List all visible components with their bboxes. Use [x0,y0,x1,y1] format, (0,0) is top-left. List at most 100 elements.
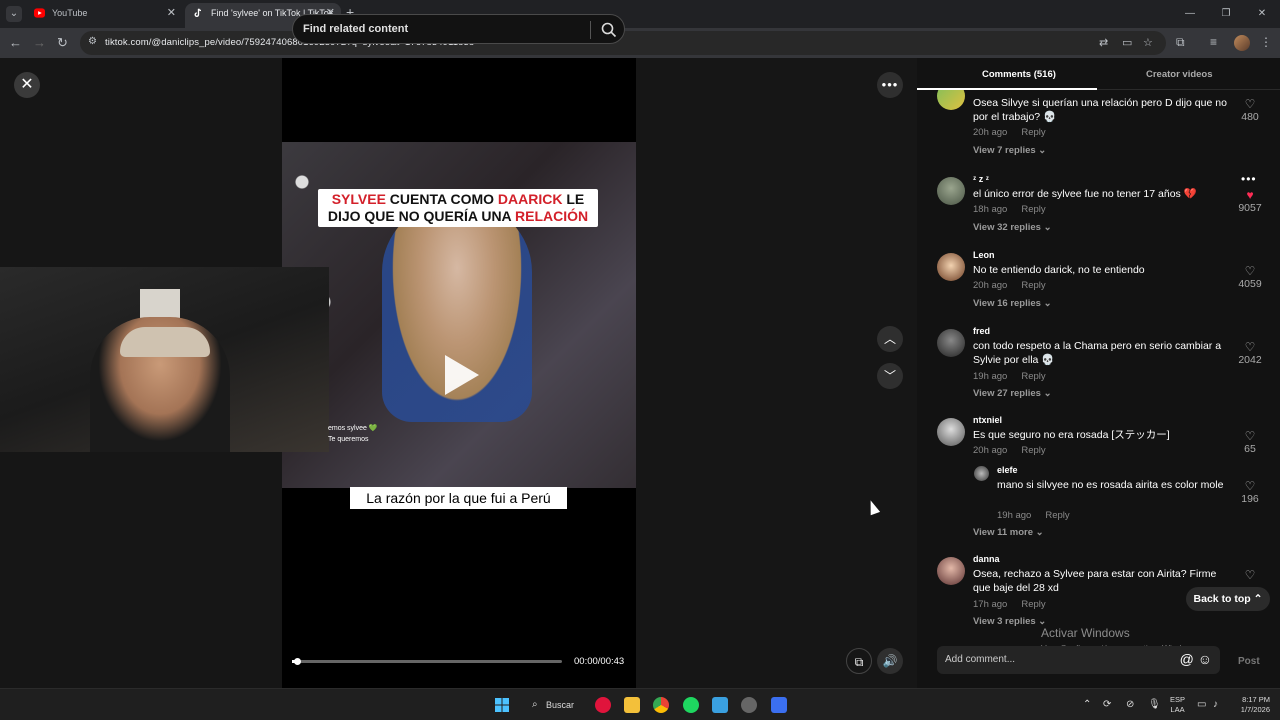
back-to-top-button[interactable]: Back to top ⌃ [1186,587,1270,611]
avatar[interactable] [937,90,965,110]
avatar[interactable] [974,466,989,481]
comment-list[interactable]: Osea Silvye si querían una relación pero… [917,90,1280,632]
volume-icon[interactable]: 🔊 [877,648,903,674]
comment-meta: 17h ago Reply [973,599,1046,610]
comment-text: No te entiendo darick, no te entiendo [973,264,1145,276]
restore-icon[interactable]: ❐ [1208,0,1244,28]
browser-menu-icon[interactable]: ⋮ [1260,35,1272,49]
tab-creator-videos[interactable]: Creator videos [1146,69,1213,80]
reload-icon[interactable]: ↻ [57,35,68,51]
avatar[interactable] [937,557,965,585]
related-search-bar[interactable]: Find related content [292,14,625,44]
comment-username[interactable]: danna [973,554,1000,564]
close-tab-icon[interactable]: ✕ [167,3,176,23]
view-replies-button[interactable]: View 16 replies ⌄ [973,298,1052,309]
search-icon[interactable] [600,21,618,39]
sync-icon[interactable]: ⟳ [1103,699,1111,710]
reply-button[interactable]: Reply [1045,510,1069,521]
tab-youtube[interactable]: YouTube ✕ [26,3,182,28]
reply-button[interactable]: Reply [1021,127,1045,138]
reply-button[interactable]: Reply [1021,445,1045,456]
view-replies-label: View 16 replies [973,298,1041,309]
view-replies-button[interactable]: View 7 replies ⌄ [973,145,1046,156]
spotify-icon[interactable] [683,697,699,713]
comment-time: 18h ago [973,204,1008,215]
cast-icon[interactable]: ▭ [1122,36,1132,49]
comment-username[interactable]: ᶻ z ᶻ [973,174,989,184]
more-options-icon[interactable]: ••• [877,72,903,98]
speaker-icon[interactable]: ♪ [1213,699,1218,710]
profile-avatar[interactable] [1234,35,1250,51]
notepad-icon[interactable] [712,697,728,713]
avatar[interactable] [937,253,965,281]
view-more-button[interactable]: View 11 more ⌄ [973,527,1044,538]
play-icon[interactable] [445,355,479,395]
language-indicator[interactable]: ESP LAA [1170,695,1185,715]
back-to-top-label: Back to top [1193,593,1251,605]
progress-bar[interactable] [292,658,562,665]
tray-chevron-icon[interactable]: ⌃ [1083,699,1091,710]
add-comment-input[interactable]: Add comment... [945,654,1015,665]
mention-icon[interactable]: @ [1180,651,1194,667]
more-options-icon[interactable]: ••• [1241,172,1257,186]
like-button[interactable]: ♡ 65 [1233,429,1267,455]
like-button[interactable]: ♡ 480 [1233,97,1267,123]
add-comment-field[interactable]: Add comment... @ ☺ [937,646,1220,674]
app-icon-opera[interactable] [595,697,611,713]
reply-button[interactable]: Reply [1021,599,1045,610]
like-button[interactable]: ♡ 4059 [1233,264,1267,290]
windows-start-icon[interactable] [494,697,510,713]
monitor-icon[interactable]: ▭ [1197,699,1206,710]
heart-icon: ♡ [1244,97,1256,111]
steam-icon[interactable] [741,697,757,713]
chrome-icon[interactable] [653,697,669,713]
app-icon-blue[interactable] [771,697,787,713]
heart-icon: ♡ [1244,568,1256,582]
system-clock[interactable]: 8:17 PM 1/7/2026 [1230,695,1270,715]
emoji-icon[interactable]: ☺ [1198,651,1212,667]
bookmark-star-icon[interactable]: ☆ [1143,36,1153,49]
close-window-icon[interactable]: ✕ [1244,0,1280,28]
like-button[interactable]: ♡ 196 [1233,479,1267,505]
comment-username[interactable]: ntxniel [973,415,1002,425]
reading-list-icon[interactable]: ≡ [1210,35,1217,49]
reply-button[interactable]: Reply [1021,204,1045,215]
avatar[interactable] [937,329,965,357]
reply-button[interactable]: Reply [1021,280,1045,291]
view-replies-button[interactable]: View 32 replies ⌄ [973,222,1052,233]
view-replies-button[interactable]: View 3 replies ⌄ [973,616,1046,627]
reply-button[interactable]: Reply [1021,371,1045,382]
back-icon[interactable]: ← [9,35,22,50]
comment-username[interactable]: fred [973,326,990,336]
avatar[interactable] [937,418,965,446]
network-off-icon[interactable]: ⊘ [1126,699,1134,710]
search-input[interactable]: Find related content [303,23,408,35]
pip-icon[interactable]: ⧉ [846,648,872,674]
avatar[interactable] [937,177,965,205]
site-info-icon[interactable]: ⚙ [88,36,97,47]
like-button[interactable]: ♡ 2042 [1233,340,1267,366]
like-button[interactable]: ♥ 9057 [1233,188,1267,214]
comment-username[interactable]: elefe [997,465,1018,475]
comment-username[interactable]: Leon [973,250,995,260]
chevron-up-icon[interactable]: ︿ [877,326,903,352]
comment-time: 19h ago [973,371,1008,382]
tab-comments[interactable]: Comments (516) [982,69,1056,80]
view-replies-button[interactable]: View 27 replies ⌄ [973,388,1052,399]
chevron-down-icon[interactable]: ﹀ [877,363,903,389]
minimize-icon[interactable]: — [1172,0,1208,28]
tab-search-icon[interactable]: ⌄ [6,6,22,22]
like-button[interactable]: ♡ [1233,568,1267,582]
extensions-icon[interactable]: ⧉ [1176,35,1185,50]
translate-icon[interactable]: ⇄ [1099,36,1108,49]
title-part-3: DAARICK [497,191,563,207]
comment-meta: 20h ago Reply [973,445,1046,456]
like-count: 2042 [1238,354,1262,366]
file-explorer-icon[interactable] [624,697,640,713]
taskbar-search[interactable]: ⌕ Buscar [526,695,580,715]
comment-time: 17h ago [973,599,1008,610]
post-button[interactable]: Post [1238,656,1260,667]
close-icon[interactable]: ✕ [14,72,40,98]
microphone-icon[interactable]: 🎙 [1148,699,1161,710]
forward-icon[interactable]: → [33,35,46,50]
